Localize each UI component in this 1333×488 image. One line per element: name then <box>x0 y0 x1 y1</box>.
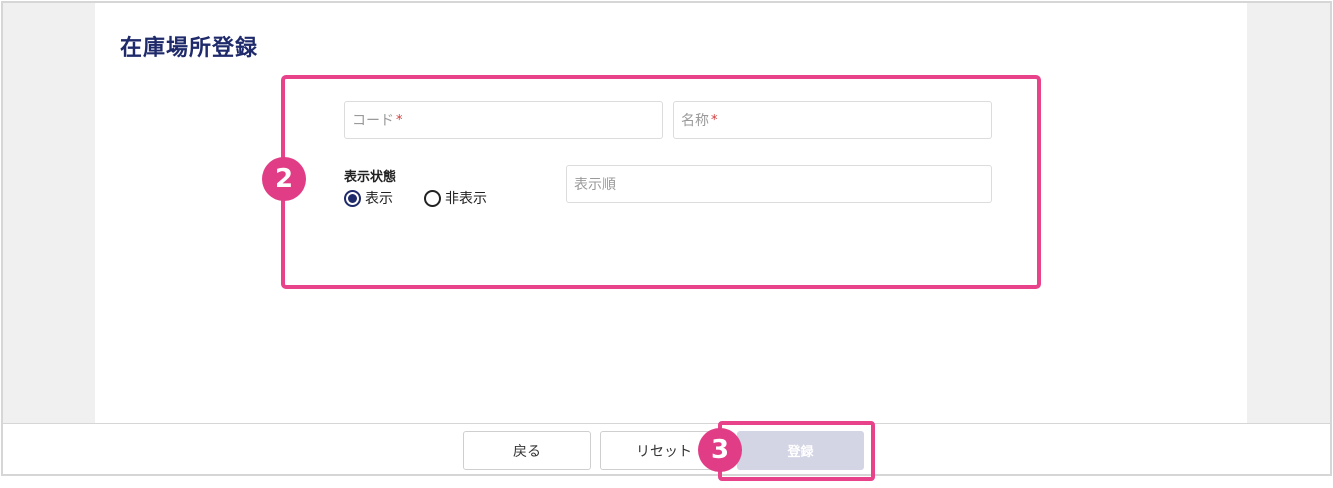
step-2-badge: 2 <box>262 157 306 201</box>
back-button[interactable]: 戻る <box>463 431 591 470</box>
form-highlight-box <box>281 75 1041 289</box>
page-title: 在庫場所登録 <box>120 36 259 61</box>
step-3-badge: 3 <box>698 428 742 472</box>
